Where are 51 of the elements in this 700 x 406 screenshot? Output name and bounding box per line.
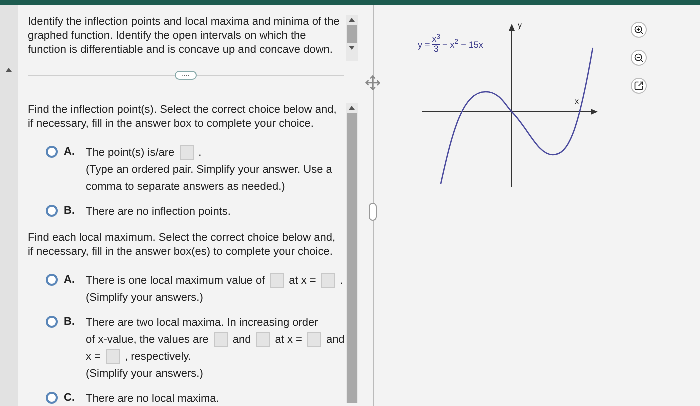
choice-letter: A. <box>64 273 76 287</box>
resize-handle[interactable] <box>369 203 377 221</box>
radio-button[interactable] <box>46 205 58 217</box>
move-icon[interactable] <box>365 75 381 91</box>
open-external-button[interactable] <box>631 78 647 94</box>
zoom-out-button[interactable] <box>631 50 647 66</box>
radio-button[interactable] <box>46 146 58 158</box>
choice-text: There are no local maxima. <box>86 392 220 406</box>
radio-button[interactable] <box>46 392 58 404</box>
equation-text: y = <box>418 38 430 52</box>
choice-text: (Simplify your answers.) <box>86 290 204 304</box>
choice-text: There are two local maxima. In increasing order <box>86 316 318 330</box>
choice-text: There are no inflection points. <box>86 204 231 218</box>
radio-button[interactable] <box>46 274 58 286</box>
choice-text: x = <box>86 350 101 364</box>
equation-text: − x$^{2}$ − 15x <box>442 38 484 52</box>
zoom-out-icon <box>634 53 644 63</box>
choice-text: There is one local maximum value of <box>86 274 266 288</box>
choice-text: of x-value, the values are <box>86 332 209 346</box>
choice-text: at x = <box>275 332 302 346</box>
denominator-text: 3 <box>434 45 439 54</box>
scrollbar[interactable] <box>346 103 358 403</box>
choice-letter: C. <box>64 391 76 405</box>
scroll-up-arrow-icon[interactable] <box>349 106 355 110</box>
scroll-up-arrow-icon[interactable] <box>349 18 355 22</box>
prompt-text: Find the inflection point(s). Select the correct choice below and, if necessary, fill in the answer box to complete your choice. <box>28 103 338 131</box>
choice-text: . <box>340 274 344 288</box>
choice-text: and <box>326 332 345 346</box>
question-text: Identify the inflection points and local maxima and minima of the graphed function. Identify the open intervals on which the function is differentiable and is concave up and concave down. <box>28 15 341 58</box>
scrollbar[interactable] <box>346 15 358 61</box>
external-link-icon <box>634 81 644 91</box>
choice-letter: B. <box>64 204 76 218</box>
choice-text: at x = <box>289 274 316 288</box>
scroll-down-arrow-icon[interactable] <box>349 46 355 50</box>
choice-letter: B. <box>64 315 76 329</box>
choice-text: and <box>232 332 252 346</box>
collapse-arrow-icon[interactable] <box>6 68 12 72</box>
choice-text: (Type an ordered pair. Simplify your answer. Use a <box>86 162 332 176</box>
choice-text: (Simplify your answers.) <box>86 366 204 380</box>
axis-label: y <box>518 20 522 32</box>
choice-letter: A. <box>64 145 76 159</box>
zoom-in-icon <box>634 25 644 35</box>
prompt-text: Find each local maximum. Select the correct choice below and, if necessary, fill in the answer box(es) to complete your choice. <box>28 231 337 259</box>
zoom-in-button[interactable] <box>631 22 647 38</box>
axis-label: x <box>575 96 579 108</box>
choice-text: The point(s) is/are <box>86 146 175 160</box>
choice-text: . <box>198 146 202 160</box>
choice-text: comma to separate answers as needed.) <box>86 180 286 194</box>
choice-text: , respectively. <box>124 350 192 364</box>
radio-button[interactable] <box>46 316 58 328</box>
numerator-text: x$^{3}$ <box>432 35 441 44</box>
